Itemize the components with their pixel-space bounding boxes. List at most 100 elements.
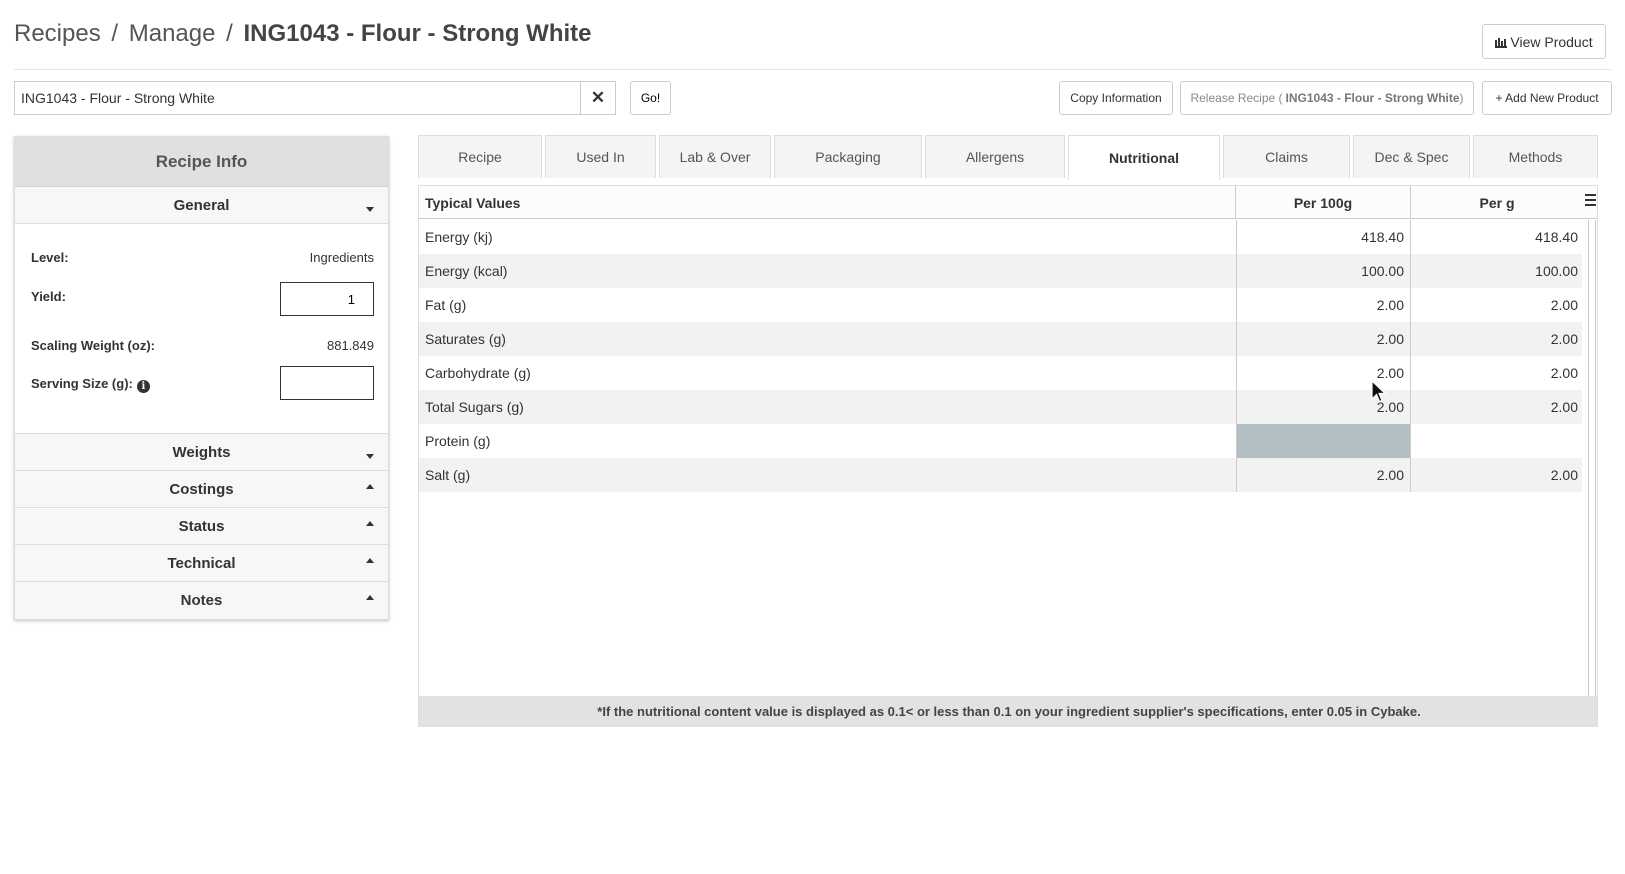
per-g-cell: 2.00 [1550, 467, 1578, 483]
recipe-tabs: Recipe Used In Lab & Over Packaging Alle… [418, 135, 1598, 180]
section-status[interactable]: Status [15, 508, 388, 545]
section-notes-label: Notes [180, 592, 223, 609]
tab-dec-spec[interactable]: Dec & Spec [1353, 135, 1470, 178]
nutrition-grid: Typical Values Per 100g Per g Energy (kj… [418, 185, 1598, 727]
per-g-cell: 2.00 [1550, 297, 1578, 313]
section-notes[interactable]: Notes [15, 582, 388, 619]
table-row[interactable]: Energy (kj) 418.40 418.40 [419, 220, 1582, 254]
per-100g-cell[interactable]: 100.00 [1236, 254, 1411, 288]
caret-down-icon [366, 454, 374, 459]
grid-rows: Energy (kj) 418.40 418.40 Energy (kcal) … [419, 220, 1582, 492]
section-costings-label: Costings [169, 480, 234, 498]
section-general[interactable]: General [15, 187, 388, 224]
close-icon: ✕ [590, 88, 606, 107]
tab-nutritional[interactable]: Nutritional [1068, 135, 1220, 180]
level-value: Ingredients [309, 250, 374, 265]
per-g-cell: 2.00 [1550, 399, 1578, 415]
nutrient-name-cell: Fat (g) [425, 297, 467, 313]
industry-icon [1495, 37, 1508, 48]
clear-search-button[interactable]: ✕ [580, 82, 615, 114]
column-header-per-g[interactable]: Per g [1411, 186, 1583, 219]
tab-packaging[interactable]: Packaging [774, 135, 922, 178]
page-title: Recipes / Manage / ING1043 - Flour - Str… [14, 20, 592, 48]
nutrition-footnote: *If the nutritional content value is dis… [419, 696, 1597, 726]
table-row[interactable]: Carbohydrate (g) 2.00 2.00 [419, 356, 1582, 390]
nutrient-name-cell: Salt (g) [425, 467, 471, 483]
breadcrumb-recipes[interactable]: Recipes [14, 20, 101, 47]
column-header-typical-values[interactable]: Typical Values [419, 186, 1236, 219]
per-100g-cell[interactable]: 418.40 [1236, 220, 1411, 254]
nutrient-name-cell: Total Sugars (g) [425, 399, 524, 415]
tab-claims[interactable]: Claims [1223, 135, 1350, 178]
level-label: Level: [31, 250, 69, 265]
table-row[interactable]: Fat (g) 2.00 2.00 [419, 288, 1582, 322]
section-weights[interactable]: Weights [15, 434, 388, 471]
vertical-scrollbar[interactable] [1588, 220, 1589, 713]
nutrient-name-cell: Energy (kj) [425, 229, 493, 245]
column-header-per-100g[interactable]: Per 100g [1236, 186, 1411, 219]
nutrient-name-cell: Saturates (g) [425, 331, 506, 347]
per-g-cell [1411, 424, 1582, 458]
nutrient-name-cell: Carbohydrate (g) [425, 365, 531, 381]
nutrient-name-cell: Energy (kcal) [425, 263, 508, 279]
tab-lab-over[interactable]: Lab & Over [659, 135, 771, 178]
serving-size-text: Serving Size (g): [31, 376, 133, 391]
header-divider [14, 69, 1611, 70]
scrollbar-edge [1595, 220, 1596, 713]
breadcrumb-separator: / [226, 20, 233, 47]
breadcrumb-separator: / [111, 20, 119, 47]
section-costings[interactable]: Costings [15, 471, 388, 508]
per-100g-cell[interactable]: 2.00 [1236, 288, 1411, 322]
mouse-cursor-icon [1371, 380, 1387, 403]
caret-up-icon [366, 521, 374, 526]
section-technical-label: Technical [167, 554, 236, 572]
table-row[interactable]: Saturates (g) 2.00 2.00 [419, 322, 1582, 356]
section-general-label: General [173, 196, 230, 214]
release-recipe-prefix: Release Recipe ( [1190, 91, 1283, 105]
yield-input[interactable] [280, 282, 374, 316]
per-100g-cell[interactable]: 2.00 [1236, 322, 1411, 356]
per-g-cell: 100.00 [1535, 263, 1578, 279]
recipe-info-panel: Recipe Info General Level: Ingredients Y… [14, 136, 389, 620]
table-row[interactable]: Protein (g) [419, 424, 1582, 458]
per-100g-cell-selected[interactable] [1236, 424, 1411, 458]
column-menu-icon[interactable] [1585, 194, 1596, 211]
section-status-label: Status [178, 517, 225, 535]
caret-up-icon [366, 595, 374, 600]
release-recipe-button[interactable]: Release Recipe (ING1043 - Flour - Strong… [1180, 81, 1474, 115]
general-section-body: Level: Ingredients Yield: Scaling Weight… [15, 224, 388, 434]
table-row[interactable]: Salt (g) 2.00 2.00 [419, 458, 1582, 492]
serving-size-label: Serving Size (g): i [31, 376, 150, 393]
serving-size-input[interactable] [280, 366, 374, 400]
scaling-weight-label: Scaling Weight (oz): [31, 338, 155, 353]
caret-up-icon [366, 484, 374, 489]
section-weights-label: Weights [172, 443, 231, 461]
section-technical[interactable]: Technical [15, 545, 388, 582]
recipe-info-title: Recipe Info [15, 137, 388, 187]
tab-used-in[interactable]: Used In [545, 135, 656, 178]
copy-information-button[interactable]: Copy Information [1059, 81, 1173, 115]
table-row[interactable]: Energy (kcal) 100.00 100.00 [419, 254, 1582, 288]
scaling-weight-value: 881.849 [327, 338, 374, 353]
view-product-label: View Product [1510, 33, 1593, 50]
tab-recipe[interactable]: Recipe [418, 135, 542, 178]
release-recipe-suffix: ) [1459, 91, 1464, 105]
info-icon[interactable]: i [136, 380, 150, 393]
view-product-button[interactable]: View Product [1482, 24, 1606, 59]
breadcrumb-manage[interactable]: Manage [129, 20, 216, 47]
tab-allergens[interactable]: Allergens [925, 135, 1065, 178]
nutrient-name-cell: Protein (g) [425, 433, 491, 449]
caret-down-icon [366, 207, 374, 212]
add-new-product-button[interactable]: + Add New Product [1482, 81, 1612, 115]
caret-up-icon [366, 558, 374, 563]
per-g-cell: 418.40 [1535, 229, 1578, 245]
go-button[interactable]: Go! [630, 81, 671, 115]
per-100g-cell[interactable]: 2.00 [1236, 458, 1411, 492]
tab-methods[interactable]: Methods [1473, 135, 1598, 178]
table-row[interactable]: Total Sugars (g) 2.00 2.00 [419, 390, 1582, 424]
release-recipe-name: ING1043 - Flour - Strong White [1285, 91, 1460, 105]
grid-header: Typical Values Per 100g Per g [419, 186, 1597, 219]
product-search: ✕ [14, 81, 616, 115]
product-search-input[interactable] [15, 82, 580, 114]
breadcrumb-current: ING1043 - Flour - Strong White [243, 20, 592, 47]
